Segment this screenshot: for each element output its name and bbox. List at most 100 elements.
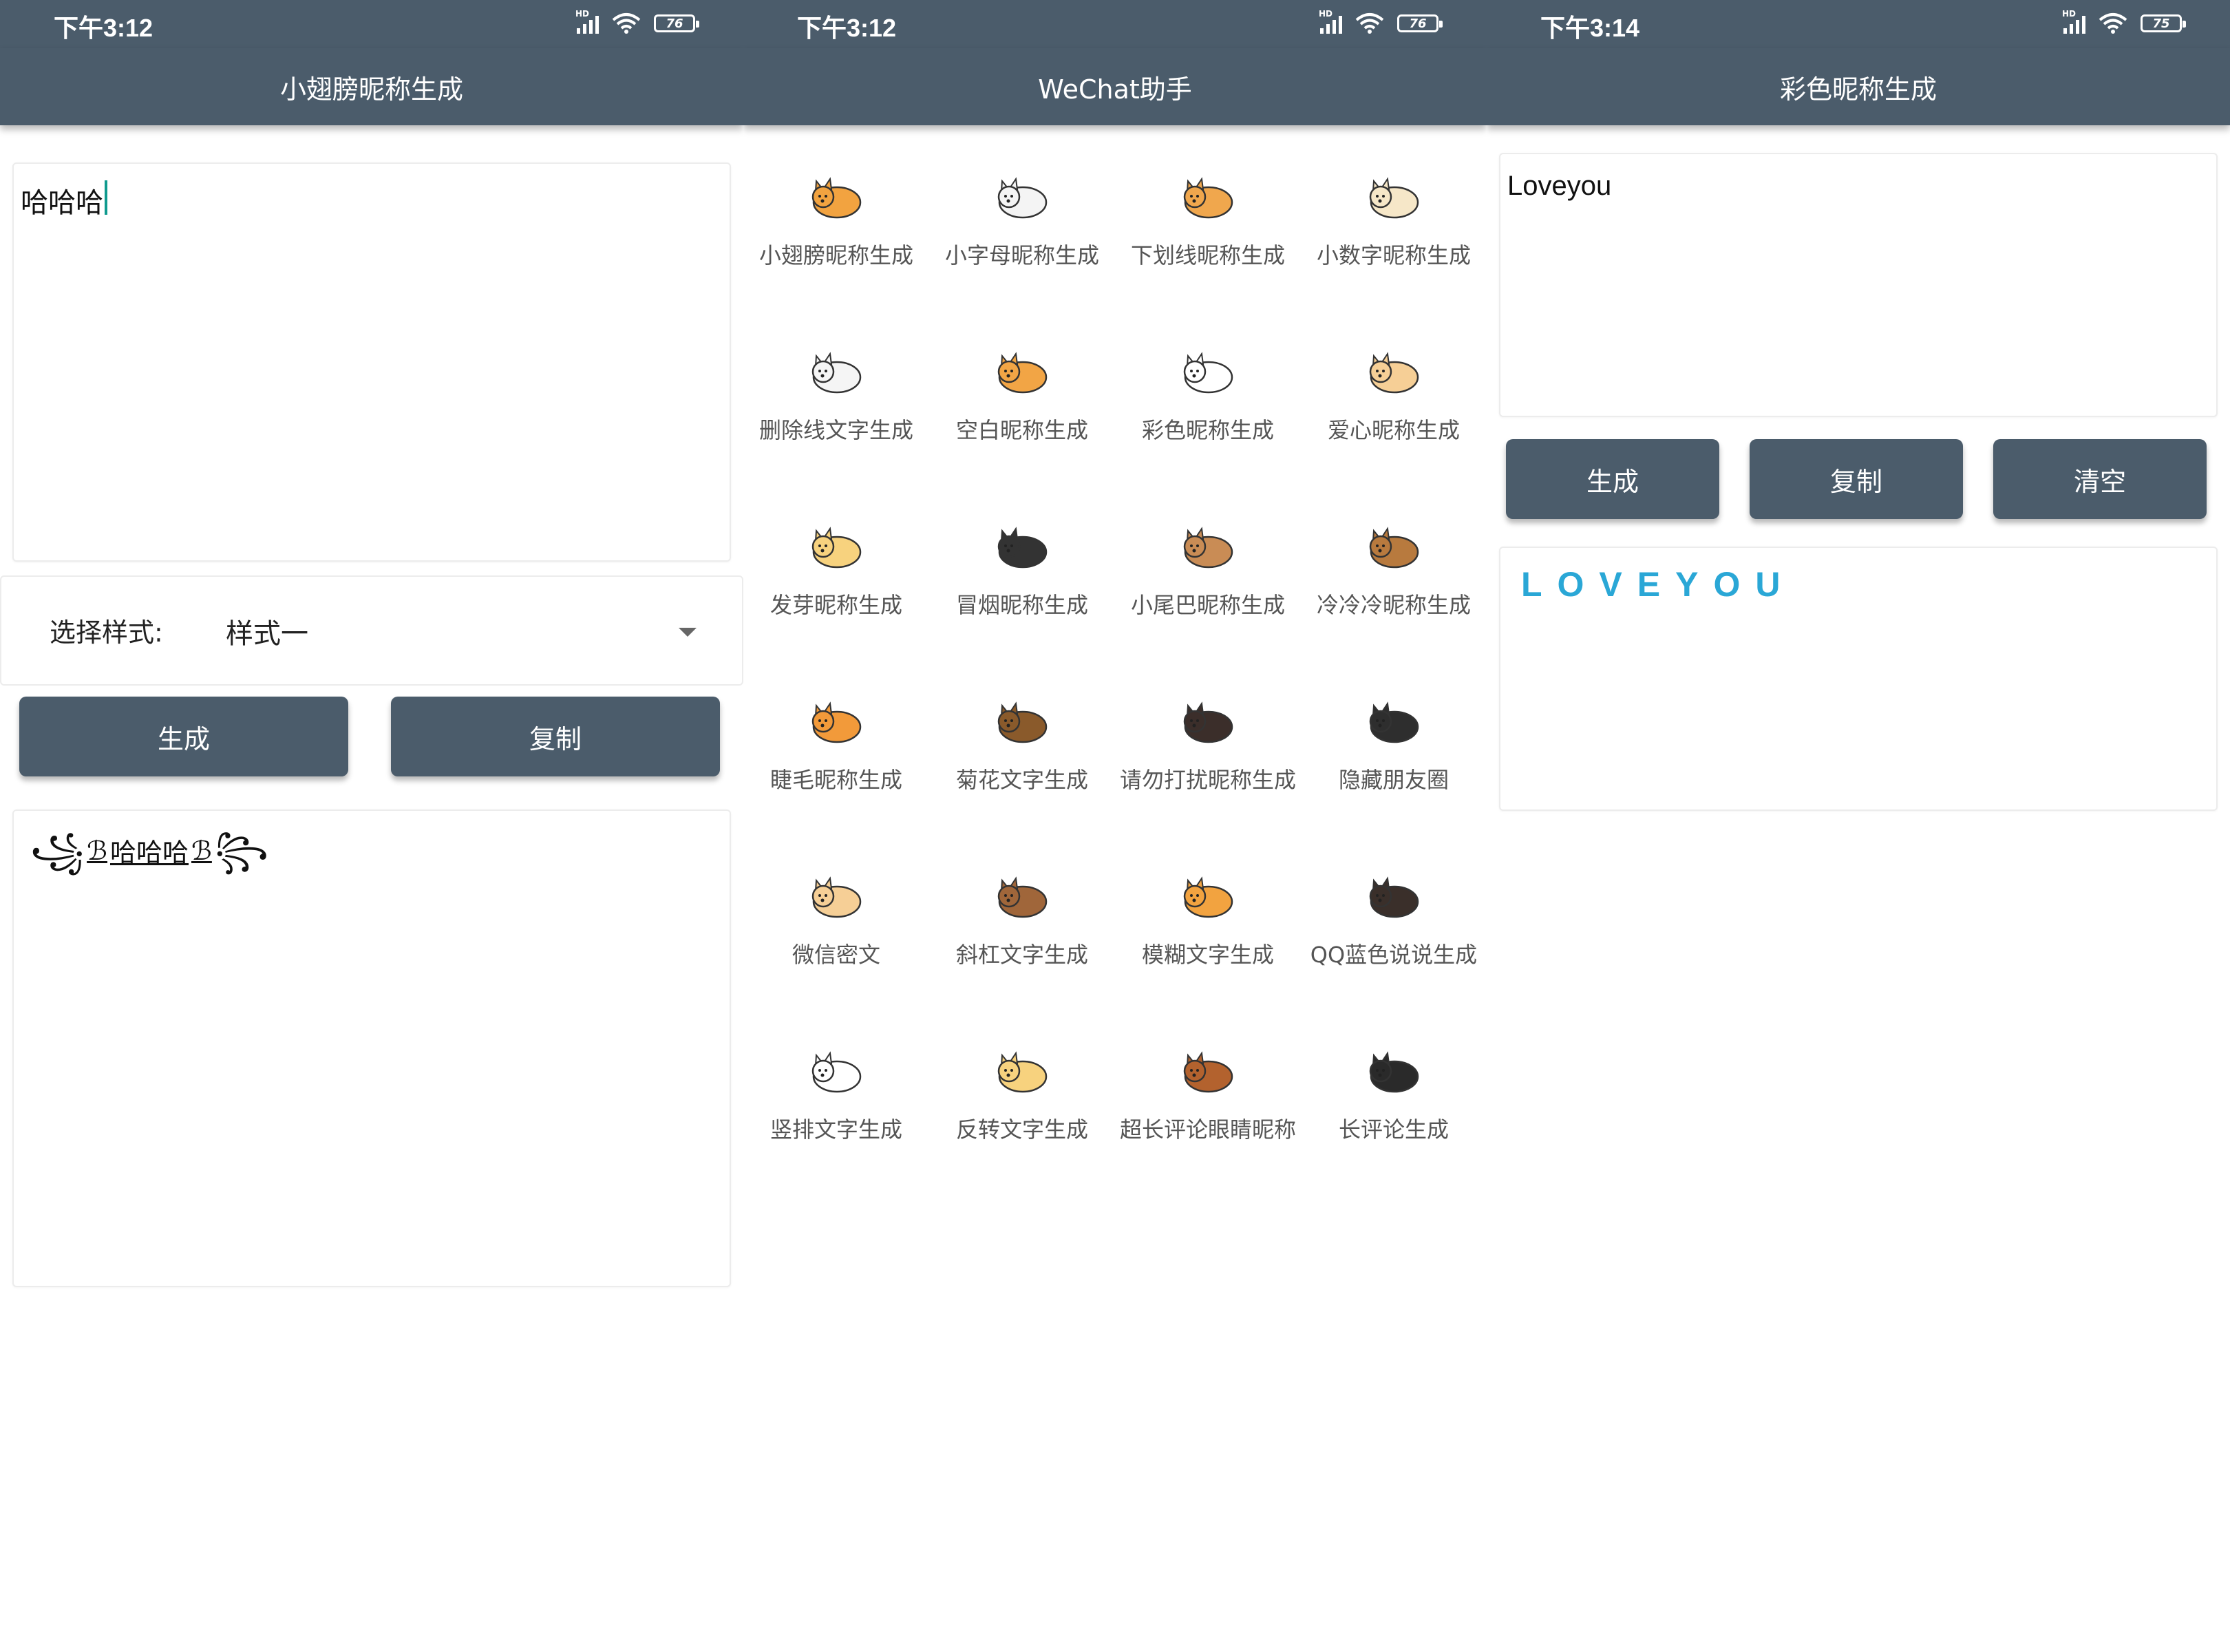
status-time: 下午3:12 — [797, 14, 897, 42]
tool-item-label: 爱心昵称生成 — [1327, 417, 1460, 443]
tool-item-label: 竖排文字生成 — [769, 1116, 902, 1143]
generate-button[interactable]: 生成 — [1506, 439, 1719, 519]
colored-nickname-result: LOVEYOU — [1521, 565, 1796, 604]
tool-item[interactable]: 反转文字生成 — [929, 1045, 1115, 1162]
tool-item-label: 小翅膀昵称生成 — [758, 242, 913, 268]
wifi-icon — [612, 13, 641, 34]
page-title: 彩色昵称生成 — [1487, 48, 2230, 125]
status-icons: HD 75 — [2062, 9, 2186, 37]
copy-button[interactable]: 复制 — [1750, 439, 1963, 519]
tool-item-label: 微信密文 — [792, 942, 880, 968]
jack-russell-icon — [997, 352, 1048, 394]
screen-wing-nickname: 下午3:12 HD 76 小翅膀昵称生成 哈哈哈 选择样式: 样式一 生成 复制… — [0, 0, 743, 1652]
dropdown-arrow-icon[interactable] — [679, 628, 697, 637]
wifi-icon — [2099, 13, 2127, 34]
pomeranian-icon — [811, 1051, 862, 1093]
copy-button[interactable]: 复制 — [391, 697, 720, 776]
spotted-dog-icon — [1183, 177, 1233, 219]
tool-item[interactable]: 菊花文字生成 — [929, 695, 1115, 812]
tool-item-label: 下划线昵称生成 — [1130, 242, 1285, 268]
style-select-value: 样式一 — [226, 618, 308, 650]
tool-item-label: 彩色昵称生成 — [1141, 417, 1274, 443]
tool-item-label: 删除线文字生成 — [758, 417, 913, 443]
tool-item[interactable]: 空白昵称生成 — [929, 346, 1115, 463]
tool-item[interactable]: 超长评论眼睛昵称 — [1115, 1045, 1301, 1162]
page-title: WeChat助手 — [743, 48, 1487, 125]
tool-item[interactable]: 发芽昵称生成 — [743, 520, 929, 637]
battery-icon: 75 — [2141, 14, 2186, 32]
cell-signal-icon: HD — [2062, 9, 2085, 34]
status-icons: HD 76 — [1319, 9, 1443, 37]
beagle-icon — [1369, 527, 1419, 569]
pug-face-icon — [811, 876, 862, 918]
battery-icon: 76 — [654, 14, 699, 32]
style-select-label: 选择样式: — [50, 617, 163, 648]
tool-item[interactable]: 斜杠文字生成 — [929, 870, 1115, 987]
screen-colored-nickname: 下午3:14 HD 75 彩色昵称生成 Loveyou 生成 复制 清空 LOV… — [1487, 0, 2230, 1652]
cell-signal-icon: HD — [1319, 9, 1342, 34]
chow-icon — [1183, 1051, 1233, 1093]
cavalier-icon — [997, 876, 1048, 918]
result-output: ꧁ ℬ 哈哈哈 ℬ ꧂ — [12, 809, 731, 1287]
dachshund-icon — [1183, 701, 1233, 743]
tool-item-label: 长评论生成 — [1338, 1116, 1449, 1143]
tool-item[interactable]: 睫毛昵称生成 — [743, 695, 929, 812]
tool-item-label: 发芽昵称生成 — [769, 592, 902, 618]
tool-item-label: 小尾巴昵称生成 — [1130, 592, 1285, 618]
corgi-sitting-icon — [1183, 876, 1233, 918]
poodle-icon — [1183, 352, 1233, 394]
tool-item-label: 空白昵称生成 — [955, 417, 1088, 443]
pug-icon — [1369, 352, 1419, 394]
tool-item[interactable]: 冒烟昵称生成 — [929, 520, 1115, 637]
tool-item[interactable]: 删除线文字生成 — [743, 346, 929, 463]
shiba-icon — [811, 701, 862, 743]
text-cursor — [105, 180, 107, 215]
german-shepherd-icon — [997, 701, 1048, 743]
tool-item[interactable]: 长评论生成 — [1301, 1045, 1487, 1162]
tool-item[interactable]: 微信密文 — [743, 870, 929, 987]
status-time: 下午3:12 — [54, 14, 153, 42]
tool-item-label: 小字母昵称生成 — [944, 242, 1099, 268]
boston-terrier-icon — [997, 527, 1048, 569]
tool-item[interactable]: 彩色昵称生成 — [1115, 346, 1301, 463]
result-output: LOVEYOU — [1499, 547, 2218, 811]
corgi-icon — [811, 177, 862, 219]
tool-item-label: 睫毛昵称生成 — [769, 767, 902, 793]
tool-item[interactable]: 模糊文字生成 — [1115, 870, 1301, 987]
golden-dog-icon — [811, 527, 862, 569]
tool-item[interactable]: 小翅膀昵称生成 — [743, 171, 929, 288]
sleeping-dog-icon — [1369, 177, 1419, 219]
tool-item-label: 模糊文字生成 — [1141, 942, 1274, 968]
tool-item[interactable]: 冷冷冷昵称生成 — [1301, 520, 1487, 637]
clear-button[interactable]: 清空 — [1993, 439, 2207, 519]
page-title: 小翅膀昵称生成 — [0, 48, 743, 125]
tool-item-label: 斜杠文字生成 — [955, 942, 1088, 968]
status-icons: HD 76 — [575, 9, 699, 37]
white-dog-icon — [997, 177, 1048, 219]
tool-item[interactable]: 小数字昵称生成 — [1301, 171, 1487, 288]
tool-item-label: 菊花文字生成 — [955, 767, 1088, 793]
tool-item[interactable]: 小尾巴昵称生成 — [1115, 520, 1301, 637]
battery-icon: 76 — [1397, 14, 1443, 32]
tool-item[interactable]: 小字母昵称生成 — [929, 171, 1115, 288]
tool-item[interactable]: 竖排文字生成 — [743, 1045, 929, 1162]
tool-item-label: 请勿打扰昵称生成 — [1119, 767, 1296, 793]
tool-item[interactable]: 隐藏朋友圈 — [1301, 695, 1487, 812]
nickname-input[interactable]: 哈哈哈 — [12, 162, 731, 562]
status-bar: 下午3:14 HD 75 — [1487, 0, 2230, 48]
tool-item-label: QQ蓝色说说生成 — [1310, 942, 1478, 968]
style-select[interactable]: 选择样式: 样式一 — [0, 575, 743, 686]
tool-item[interactable]: 下划线昵称生成 — [1115, 171, 1301, 288]
text-input[interactable]: Loveyou — [1499, 153, 2218, 417]
tool-item[interactable]: QQ蓝色说说生成 — [1301, 870, 1487, 987]
chihuahua-icon — [1183, 527, 1233, 569]
tool-item[interactable]: 爱心昵称生成 — [1301, 346, 1487, 463]
tool-item[interactable]: 请勿打扰昵称生成 — [1115, 695, 1301, 812]
status-bar: 下午3:12 HD 76 — [0, 0, 743, 48]
husky-icon — [1369, 701, 1419, 743]
tool-item-label: 冷冷冷昵称生成 — [1316, 592, 1471, 618]
wifi-icon — [1355, 13, 1384, 34]
bull-terrier-icon — [811, 352, 862, 394]
status-bar: 下午3:12 HD 76 — [743, 0, 1487, 48]
generate-button[interactable]: 生成 — [19, 697, 348, 776]
